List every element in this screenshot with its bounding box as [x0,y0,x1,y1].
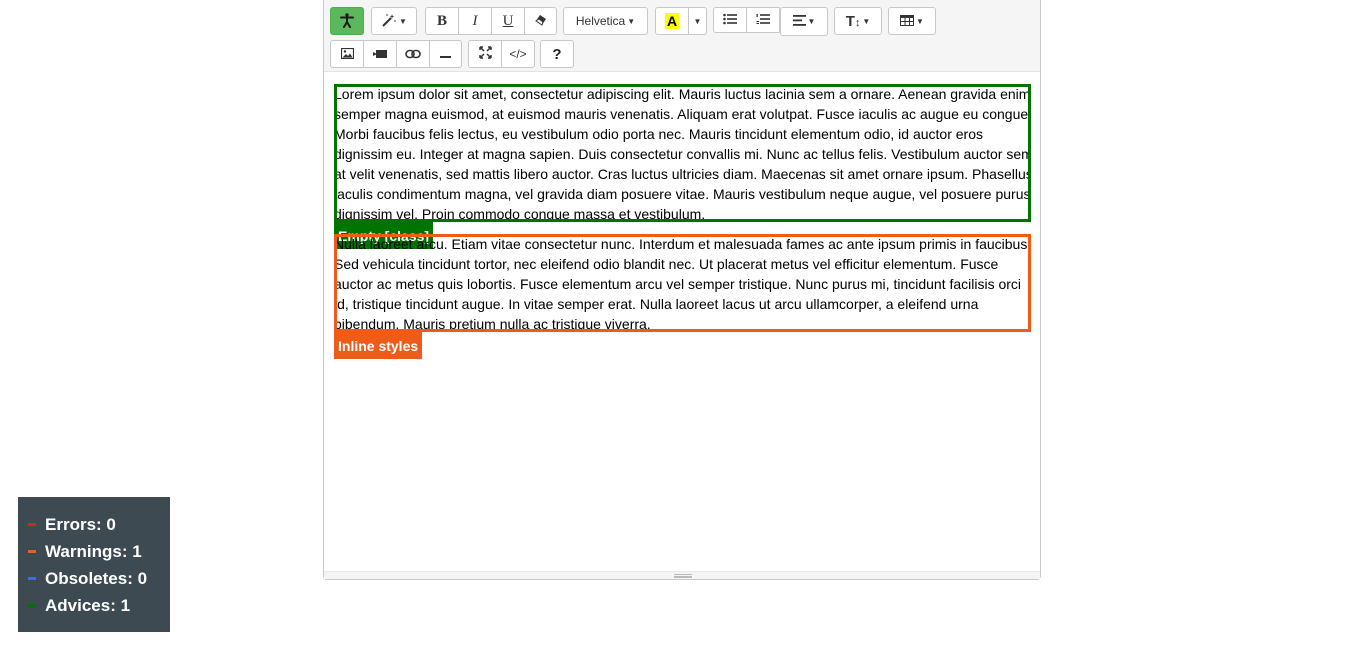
italic-button[interactable]: I [459,7,492,35]
table-icon [900,14,915,29]
font-family-dropdown[interactable]: Helvetica ▼ [563,7,648,35]
dropdown-caret-icon: ▼ [627,16,636,26]
insert-picture-button[interactable] [330,40,364,68]
insert-link-button[interactable] [397,40,430,68]
warnings-count: Warnings: 1 [45,541,142,561]
underline-icon: U [502,12,514,29]
unordered-list-icon [723,13,737,28]
resize-grip-icon[interactable] [674,574,692,578]
dropdown-caret-icon: ▼ [807,17,816,26]
italic-icon: I [472,12,478,29]
dropdown-caret-icon: ▼ [693,16,702,26]
link-icon [405,47,421,62]
insert-horizontal-rule-button[interactable] [430,40,462,68]
dropdown-caret-icon: ▼ [916,16,924,26]
align-icon [792,14,806,29]
accessibility-check-button[interactable] [330,7,364,35]
video-icon [373,47,387,62]
warning-marker-icon [28,550,36,553]
obsoletes-count: Obsoletes: 0 [45,568,148,588]
warning-tag-inline-styles: Inline styles [334,332,423,359]
font-family-value: Helvetica [575,14,626,28]
rich-text-editor: ▼ B I U Helvetica ▼ A ▼ ▼ T↕ ▼ ▼ </> ? L… [323,0,1041,580]
dropdown-caret-icon: ▼ [862,16,871,26]
code-view-icon: </> [509,47,527,61]
eraser-icon [534,14,547,29]
code-view-button[interactable]: </> [502,40,535,68]
paragraph-align-dropdown[interactable]: ▼ [780,7,828,36]
error-marker-icon [28,523,36,526]
text-height-icon: T↕ [845,12,861,30]
accessibility-icon [339,12,355,31]
advices-count: Advices: 1 [45,595,131,615]
paragraph-2-text: Nulla laoreet arcu. Etiam vitae consecte… [334,236,1031,332]
table-dropdown[interactable]: ▼ [888,7,936,35]
style-magic-button[interactable]: ▼ [371,7,417,35]
fullscreen-icon [478,46,492,62]
validation-stats-panel: Errors: 0 Warnings: 1 Obsoletes: 0 Advic… [18,497,170,632]
line-height-dropdown[interactable]: T↕ ▼ [834,7,882,35]
ordered-list-button[interactable] [747,7,780,33]
paragraph-1-text: Lorem ipsum dolor sit amet, consectetur … [334,86,1031,222]
fullscreen-button[interactable] [468,40,502,68]
bold-button[interactable]: B [425,7,459,35]
obsoletes-stat: Obsoletes: 0 [28,565,170,592]
editor-toolbar: ▼ B I U Helvetica ▼ A ▼ ▼ T↕ ▼ ▼ </> ? [324,0,1040,72]
paragraph-empty-class[interactable]: Lorem ipsum dolor sit amet, consectetur … [334,84,1031,222]
insert-video-button[interactable] [364,40,397,68]
help-icon: ? [552,45,562,63]
clear-format-button[interactable] [525,7,557,35]
errors-count: Errors: 0 [45,514,116,534]
dropdown-caret-icon: ▼ [399,16,407,26]
horizontal-rule-icon [440,47,451,62]
text-color-dropdown[interactable]: ▼ [689,7,707,35]
bold-icon: B [436,12,447,29]
picture-icon [340,47,354,62]
ordered-list-icon [756,13,770,28]
underline-button[interactable]: U [492,7,525,35]
unordered-list-button[interactable] [713,7,747,33]
text-color-button[interactable]: A [655,7,689,35]
advices-stat: Advices: 1 [28,592,170,619]
text-color-icon: A [664,13,680,29]
errors-stat: Errors: 0 [28,511,170,538]
paragraph-inline-styles[interactable]: Nulla laoreet arcu. Etiam vitae consecte… [334,234,1031,332]
editor-resize-bar[interactable] [324,571,1040,579]
help-button[interactable]: ? [540,40,574,68]
warnings-stat: Warnings: 1 [28,538,170,565]
advice-marker-icon [28,604,36,607]
magic-wand-icon [381,13,397,30]
obsolete-marker-icon [28,577,36,580]
